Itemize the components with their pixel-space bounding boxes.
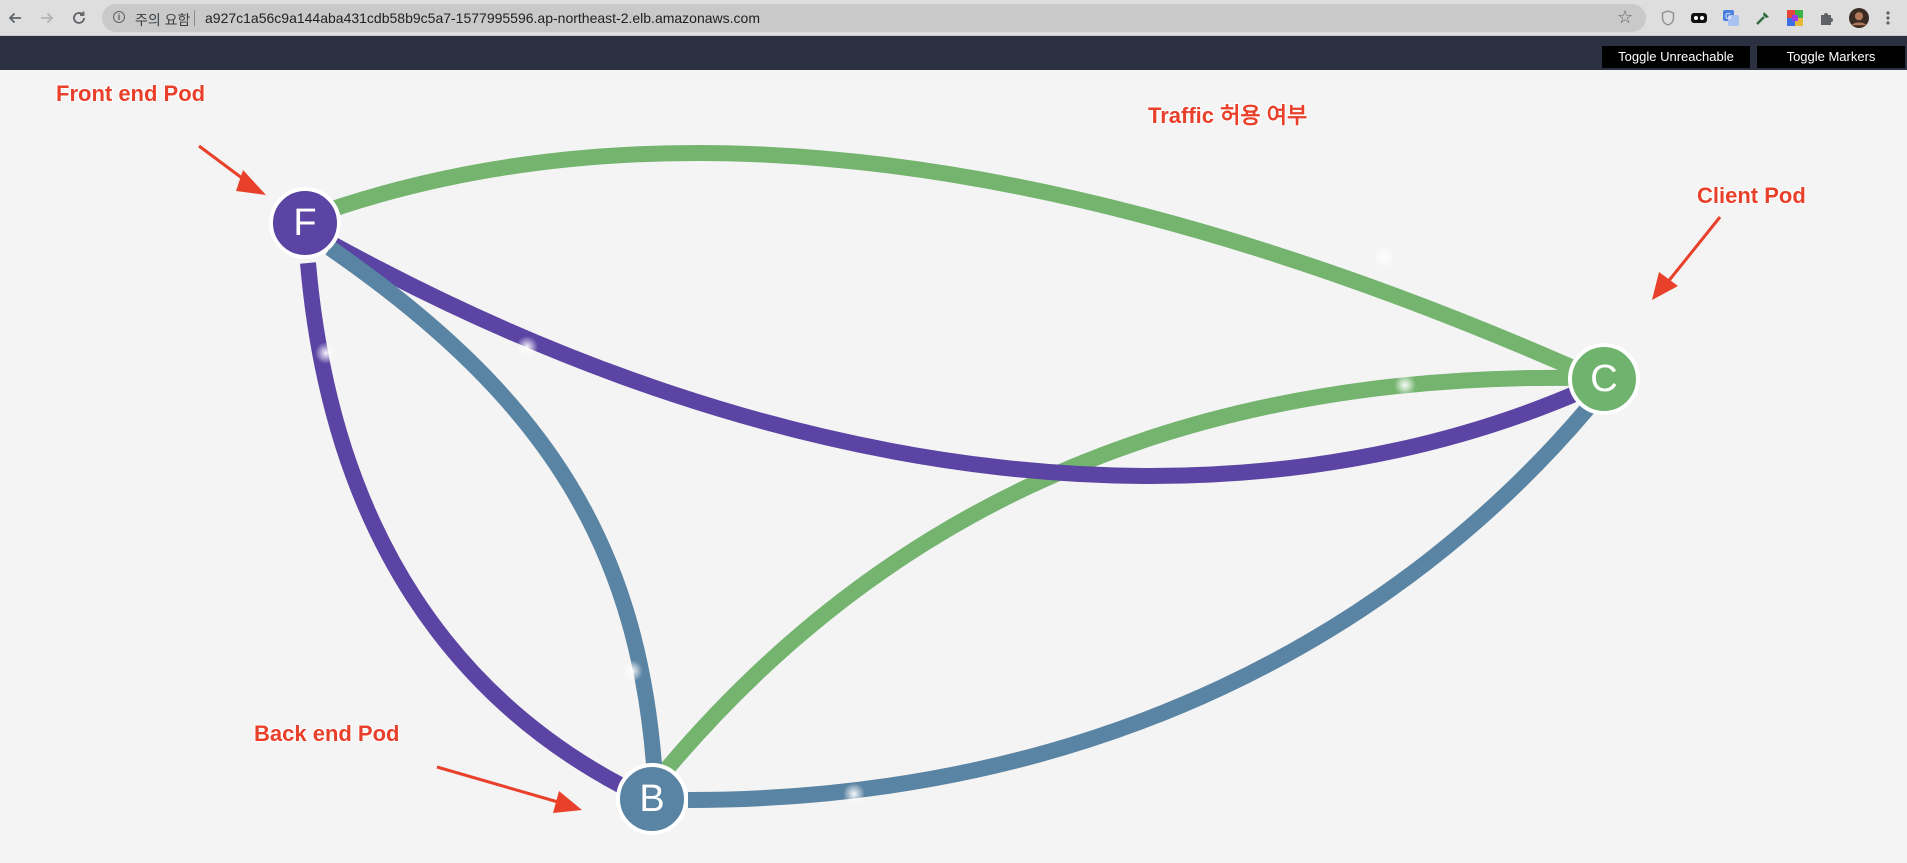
- profile-avatar[interactable]: [1849, 8, 1869, 28]
- back-button[interactable]: [4, 7, 26, 29]
- node-label: B: [639, 778, 665, 820]
- reload-icon: [73, 11, 85, 24]
- traffic-annotation: Traffic 허용 여부: [1148, 103, 1308, 128]
- back-end-pod-annotation: Back end Pod: [254, 721, 400, 746]
- network-graph-canvas: F C B Front end Pod Traffic 허용 여부 Client…: [0, 70, 1907, 863]
- edge-b-c-blue: [687, 402, 1595, 808]
- omnibox-divider: [194, 10, 195, 26]
- edge-f-b-purple: [300, 262, 626, 794]
- traffic-marker: [1373, 246, 1395, 268]
- menu-kebab-icon[interactable]: [1878, 8, 1898, 28]
- security-status-label[interactable]: 주의 요함: [135, 10, 190, 30]
- info-icon[interactable]: i: [113, 11, 125, 23]
- address-bar[interactable]: i 주의 요함 a927c1a56c9a144aba431cdb58b9c5a7…: [102, 4, 1646, 32]
- front-end-pod-node[interactable]: F: [269, 187, 341, 259]
- eyedropper-extension-icon[interactable]: [1753, 8, 1773, 28]
- toggle-markers-button[interactable]: Toggle Markers: [1757, 46, 1905, 68]
- client-pod-annotation: Client Pod: [1697, 183, 1806, 208]
- back-end-pod-node[interactable]: B: [616, 763, 688, 835]
- annotation-arrow-back-end: [436, 765, 582, 813]
- traffic-marker: [621, 660, 643, 682]
- client-pod-node[interactable]: C: [1568, 343, 1640, 415]
- node-label: C: [1590, 358, 1618, 400]
- shield-extension-icon[interactable]: [1658, 8, 1678, 28]
- bookmark-star-icon[interactable]: ☆: [1617, 7, 1633, 28]
- forward-button[interactable]: [36, 7, 58, 29]
- svg-text:G: G: [1725, 12, 1731, 21]
- annotation-arrow-front-end: [198, 144, 266, 195]
- toggle-unreachable-button[interactable]: Toggle Unreachable: [1602, 46, 1750, 68]
- annotation-arrow-client: [1652, 216, 1722, 300]
- traffic-marker: [1394, 374, 1416, 396]
- traffic-marker: [516, 336, 538, 358]
- reload-button[interactable]: [68, 7, 90, 29]
- browser-toolbar: i 주의 요함 a927c1a56c9a144aba431cdb58b9c5a7…: [0, 0, 1907, 36]
- color-grid-extension-icon[interactable]: [1785, 8, 1805, 28]
- app-header: Toggle Unreachable Toggle Markers: [0, 36, 1907, 70]
- url-text[interactable]: a927c1a56c9a144aba431cdb58b9c5a7-1577995…: [205, 10, 760, 26]
- front-end-pod-annotation: Front end Pod: [56, 81, 206, 106]
- edge-f-c-purple: [330, 237, 1588, 484]
- traffic-marker: [843, 783, 865, 805]
- traffic-marker: [315, 342, 337, 364]
- arrow-left-icon: [8, 12, 21, 24]
- puzzle-extensions-icon[interactable]: [1817, 8, 1837, 28]
- ghost-extension-icon[interactable]: [1689, 8, 1709, 28]
- node-label: F: [293, 202, 317, 244]
- arrow-right-icon: [41, 12, 54, 24]
- translate-extension-icon[interactable]: G: [1721, 8, 1741, 28]
- edge-f-c-green: [301, 145, 1609, 390]
